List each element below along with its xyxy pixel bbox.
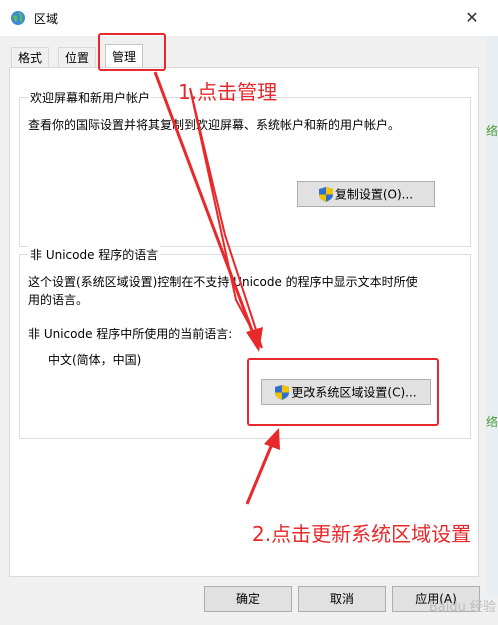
arrow-head-down <box>246 327 263 352</box>
cancel-button[interactable]: 取消 <box>298 586 386 612</box>
annotation-step2: 2.点击更新系统区域设置 <box>252 522 472 546</box>
arrow-line-to-button <box>153 71 256 337</box>
arrow-line-up <box>245 443 274 505</box>
annotation-step1: 1.点击管理 <box>178 80 278 104</box>
arrow-head-up <box>264 428 280 450</box>
watermark: Baidu 经验 <box>428 600 496 615</box>
ok-button[interactable]: 确定 <box>204 586 292 612</box>
arrow-outline <box>189 87 263 349</box>
